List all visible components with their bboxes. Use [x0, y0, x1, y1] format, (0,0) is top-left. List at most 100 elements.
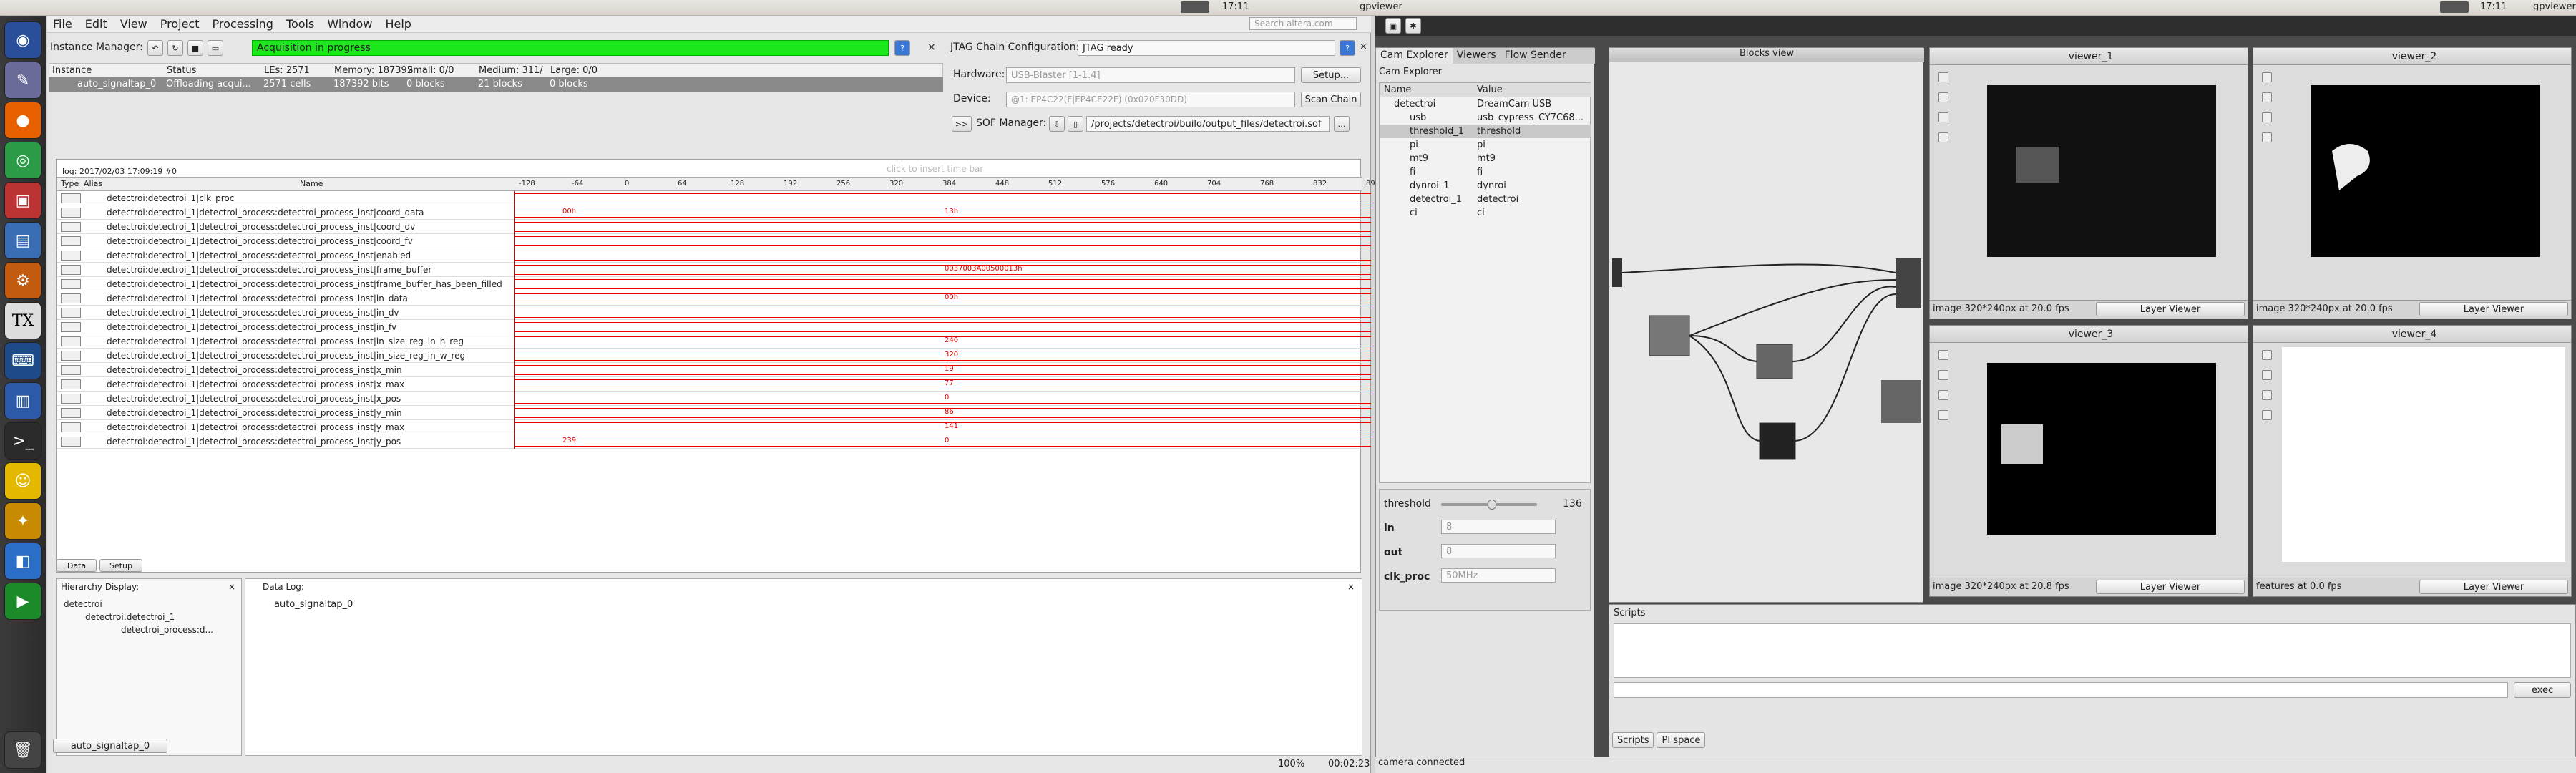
- search-altera-input[interactable]: Search altera.com: [1249, 17, 1357, 30]
- menu-edit[interactable]: Edit: [85, 17, 107, 31]
- app-icon-3[interactable]: ▥: [4, 382, 42, 419]
- time-ruler[interactable]: -128 -64 0 64 128 192 256 320 384 448 512 576 640 704…: [514, 178, 1380, 192]
- tools-icon[interactable]: ✱: [1405, 18, 1421, 34]
- param-clk-field[interactable]: 50MHz: [1441, 568, 1556, 583]
- param-in-field[interactable]: 8: [1441, 520, 1556, 534]
- tree-item[interactable]: threshold_1 threshold: [1380, 125, 1591, 138]
- signal-row[interactable]: detectroi:detectroi_1|detectroi_process:…: [57, 205, 1371, 220]
- tab-cam-explorer[interactable]: Cam Explorer: [1376, 48, 1453, 64]
- wrench-icon[interactable]: ✦: [4, 502, 42, 540]
- autorun-icon[interactable]: ↻: [167, 40, 183, 56]
- menu-processing[interactable]: Processing: [212, 17, 273, 31]
- signal-row[interactable]: detectroi:detectroi_1|detectroi_process:…: [57, 248, 1371, 263]
- document-icon[interactable]: ▤: [4, 222, 42, 259]
- setup-button[interactable]: Setup...: [1301, 67, 1361, 83]
- signal-row[interactable]: detectroi:detectroi_1|detectroi_process:…: [57, 334, 1371, 349]
- tree-item[interactable]: dynroi_1 dynroi: [1380, 179, 1591, 193]
- zoom-out-icon[interactable]: [1938, 132, 1948, 142]
- menu-tools[interactable]: Tools: [286, 17, 314, 31]
- tree-item[interactable]: pi pi: [1380, 138, 1591, 152]
- expand-icon[interactable]: >>: [952, 116, 972, 132]
- hierarchy-child[interactable]: detectroi:detectroi_1: [85, 612, 175, 622]
- signal-row[interactable]: detectroi:detectroi_1|detectroi_process:…: [57, 291, 1371, 306]
- trash-icon[interactable]: 🗑: [4, 731, 42, 769]
- signal-row[interactable]: detectroi:detectroi_1|detectroi_process:…: [57, 434, 1371, 449]
- tree-item[interactable]: usb usb_cypress_CY7C68...: [1380, 111, 1591, 125]
- tab-viewers[interactable]: Viewers: [1453, 48, 1501, 64]
- layer-viewer-select[interactable]: Layer Viewer: [2096, 302, 2245, 316]
- menu-window[interactable]: Window: [327, 17, 372, 31]
- jtag-close-icon[interactable]: ×: [1360, 42, 1367, 52]
- tool-icon[interactable]: ✎: [4, 62, 42, 99]
- app-icon-2[interactable]: ⌨: [4, 342, 42, 379]
- zoom-in-icon[interactable]: [1938, 390, 1948, 400]
- file-icon[interactable]: ▯: [1068, 116, 1083, 132]
- terminal-icon[interactable]: >_: [4, 422, 42, 460]
- settings-icon[interactable]: ⚙: [4, 262, 42, 299]
- zoom-in-icon[interactable]: [2262, 112, 2272, 122]
- instance-tab[interactable]: auto_signaltap_0: [53, 739, 167, 753]
- signal-row[interactable]: detectroi:detectroi_1|detectroi_process:…: [57, 392, 1371, 406]
- media-icon[interactable]: ▶: [4, 583, 42, 620]
- record-icon[interactable]: [1938, 92, 1948, 102]
- tree-item[interactable]: detectroi DreamCam USB: [1380, 97, 1591, 111]
- signal-row[interactable]: detectroi:detectroi_1|detectroi_process:…: [57, 306, 1371, 320]
- signal-row[interactable]: detectroi:detectroi_1|detectroi_process:…: [57, 349, 1371, 363]
- threshold-slider-track[interactable]: [1441, 500, 1537, 510]
- zoom-in-icon[interactable]: [1938, 112, 1948, 122]
- zoom-in-icon[interactable]: [2262, 390, 2272, 400]
- tab-scripts[interactable]: Scripts: [1612, 732, 1654, 748]
- firefox-icon[interactable]: ●: [4, 102, 42, 139]
- signal-row[interactable]: detectroi:detectroi_1|detectroi_process:…: [57, 263, 1371, 277]
- hardware-select[interactable]: USB-Blaster [1-1.4]: [1006, 67, 1295, 83]
- record-icon[interactable]: [2262, 370, 2272, 380]
- signal-row[interactable]: detectroi:detectroi_1|detectroi_process:…: [57, 234, 1371, 248]
- tab-pi-space[interactable]: PI space: [1657, 732, 1706, 748]
- hierarchy-grandchild[interactable]: detectroi_process:d...: [121, 625, 213, 635]
- record-icon[interactable]: [2262, 92, 2272, 102]
- hierarchy-root[interactable]: detectroi: [64, 599, 102, 609]
- close-icon[interactable]: ×: [927, 42, 936, 53]
- signal-row[interactable]: detectroi:detectroi_1|detectroi_process:…: [57, 320, 1371, 334]
- tab-data[interactable]: Data: [57, 559, 97, 572]
- tree-item[interactable]: mt9 mt9: [1380, 152, 1591, 165]
- program-icon[interactable]: ⇩: [1049, 116, 1065, 132]
- blocks-graph[interactable]: [1609, 65, 1924, 595]
- app-icon-5[interactable]: ◧: [4, 543, 42, 580]
- pause-icon[interactable]: [1938, 350, 1948, 360]
- threshold-slider-thumb[interactable]: [1487, 500, 1496, 510]
- scan-chain-button[interactable]: Scan Chain: [1301, 92, 1361, 107]
- param-out-field[interactable]: 8: [1441, 544, 1556, 558]
- record-icon[interactable]: [1938, 370, 1948, 380]
- zoom-out-icon[interactable]: [1938, 410, 1948, 420]
- signal-row[interactable]: detectroi:detectroi_1|detectroi_process:…: [57, 220, 1371, 234]
- menu-file[interactable]: File: [53, 17, 72, 31]
- sof-path-field[interactable]: /projects/detectroi/build/output_files/d…: [1086, 116, 1330, 132]
- script-input[interactable]: [1614, 682, 2508, 698]
- pause-icon[interactable]: [2262, 72, 2272, 82]
- signal-row[interactable]: detectroi:detectroi_1|clk_proc: [57, 191, 1371, 205]
- tree-item[interactable]: detectroi_1 detectroi: [1380, 193, 1591, 206]
- stop-icon[interactable]: ■: [187, 40, 203, 56]
- signal-row[interactable]: detectroi:detectroi_1|detectroi_process:…: [57, 377, 1371, 392]
- chrome-icon[interactable]: ◎: [4, 142, 42, 179]
- zoom-out-icon[interactable]: [2262, 132, 2272, 142]
- home-icon[interactable]: ◉: [4, 21, 42, 59]
- read-icon[interactable]: ▭: [208, 40, 223, 56]
- signal-row[interactable]: detectroi:detectroi_1|detectroi_process:…: [57, 277, 1371, 291]
- jtag-help-icon[interactable]: ?: [1340, 40, 1355, 56]
- pause-icon[interactable]: [2262, 350, 2272, 360]
- save-icon[interactable]: ▣: [1385, 18, 1401, 34]
- pause-icon[interactable]: [1938, 72, 1948, 82]
- run-icon[interactable]: ↶: [147, 40, 163, 56]
- signal-row[interactable]: detectroi:detectroi_1|detectroi_process:…: [57, 420, 1371, 434]
- data-log-close-icon[interactable]: ×: [1347, 582, 1355, 592]
- tex-icon[interactable]: TX: [4, 302, 42, 339]
- app-icon-4[interactable]: ☺: [4, 462, 42, 500]
- app-icon[interactable]: ▣: [4, 182, 42, 219]
- menu-help[interactable]: Help: [385, 17, 411, 31]
- signal-row[interactable]: detectroi:detectroi_1|detectroi_process:…: [57, 363, 1371, 377]
- help-icon[interactable]: ?: [894, 40, 910, 56]
- layer-viewer-select[interactable]: Layer Viewer: [2096, 580, 2245, 594]
- signal-row[interactable]: detectroi:detectroi_1|detectroi_process:…: [57, 406, 1371, 420]
